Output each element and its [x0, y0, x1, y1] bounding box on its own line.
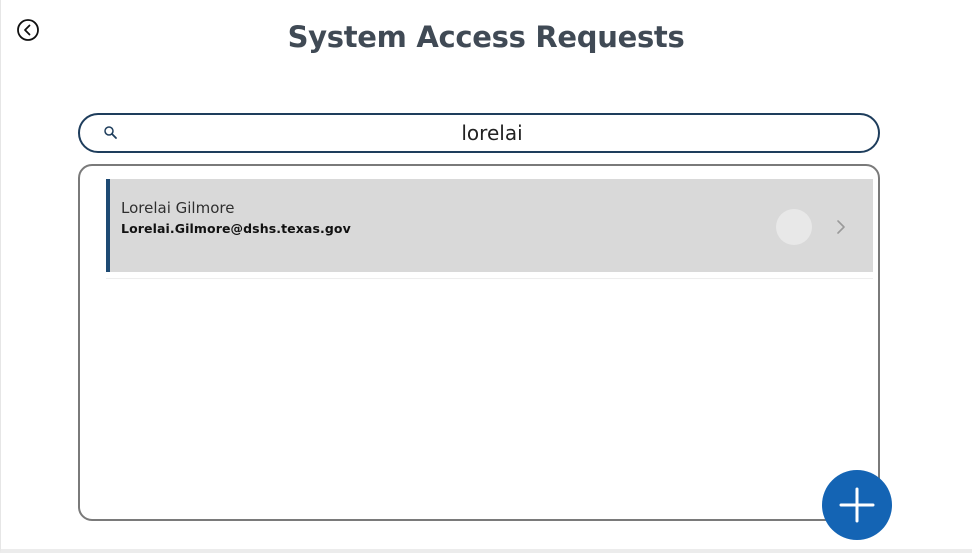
status-indicator: [776, 209, 812, 245]
list-item[interactable]: Lorelai Gilmore Lorelai.Gilmore@dshs.tex…: [106, 179, 873, 272]
results-list: Lorelai Gilmore Lorelai.Gilmore@dshs.tex…: [78, 164, 880, 521]
user-name: Lorelai Gilmore: [121, 199, 235, 217]
page-title: System Access Requests: [287, 20, 685, 54]
user-email: Lorelai.Gilmore@dshs.texas.gov: [121, 221, 351, 236]
search-bar[interactable]: [78, 113, 880, 153]
search-icon: [104, 126, 117, 139]
list-divider: [106, 278, 873, 279]
add-request-button[interactable]: [822, 470, 892, 540]
chevron-right-icon[interactable]: [834, 217, 848, 237]
plus-icon: [839, 487, 875, 523]
search-input[interactable]: [130, 119, 854, 147]
